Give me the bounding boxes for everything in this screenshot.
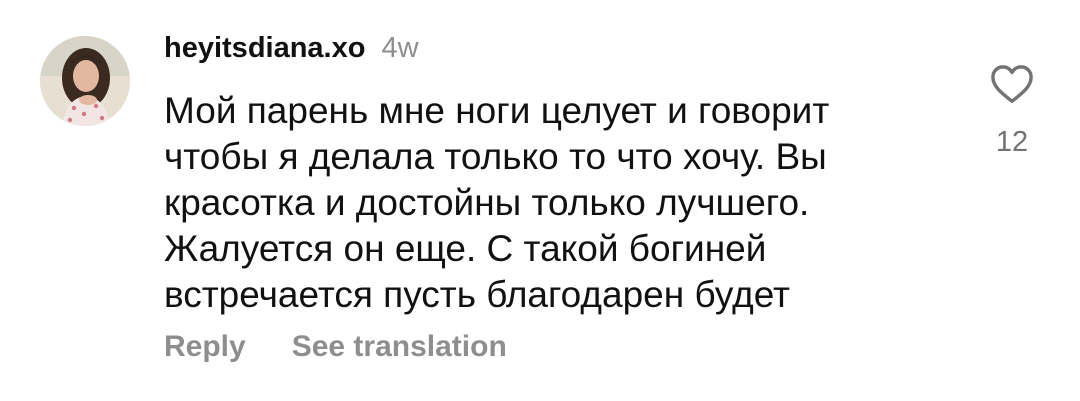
comment-header: heyitsdiana.xo 4w	[164, 32, 419, 72]
timestamp: 4w	[381, 32, 419, 64]
comment-text-line: красотка и достойны только лучшего.	[164, 182, 810, 223]
avatar-photo	[40, 36, 130, 126]
comment-text: Мой парень мне ноги целует и говорит что…	[164, 88, 944, 318]
like-count: 12	[995, 126, 1029, 158]
like-section: 12	[982, 64, 1042, 159]
reply-button[interactable]: Reply	[164, 330, 246, 364]
comment-text-line: встречается пусть благодарен будет	[164, 274, 791, 315]
avatar[interactable]	[40, 36, 130, 126]
see-translation-button[interactable]: See translation	[292, 330, 507, 364]
comment-item: heyitsdiana.xo 4w Мой парень мне ноги це…	[0, 0, 1080, 401]
heart-outline-icon[interactable]	[990, 64, 1034, 104]
comment-text-line: Мой парень мне ноги целует и говорит	[164, 90, 830, 131]
comment-text-line: Жалуется он еще. С такой богиней	[164, 228, 767, 269]
comment-actions: Reply See translation	[164, 330, 507, 364]
comment-text-line: чтобы я делала только то что хочу. Вы	[164, 136, 827, 177]
username-link[interactable]: heyitsdiana.xo	[164, 32, 365, 65]
